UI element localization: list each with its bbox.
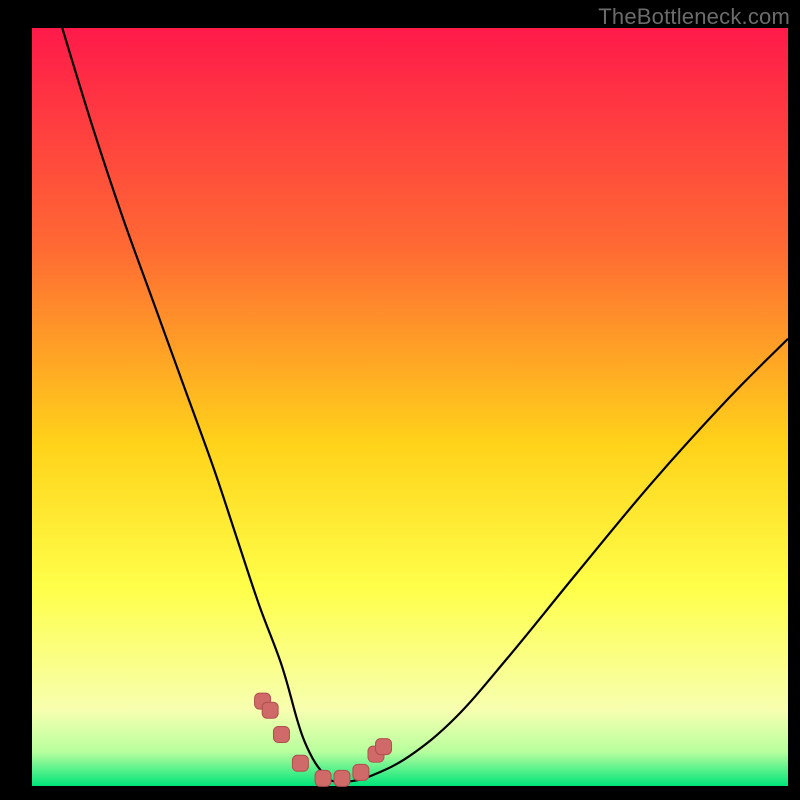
curve-marker: [273, 726, 289, 742]
bottleneck-plot: [0, 0, 800, 800]
curve-marker: [292, 755, 308, 771]
curve-marker: [376, 739, 392, 755]
chart-frame: TheBottleneck.com: [0, 0, 800, 800]
curve-marker: [334, 770, 350, 786]
curve-marker: [315, 770, 331, 786]
plot-background: [32, 28, 788, 786]
watermark-text: TheBottleneck.com: [598, 4, 790, 30]
curve-marker: [262, 702, 278, 718]
curve-marker: [353, 764, 369, 780]
